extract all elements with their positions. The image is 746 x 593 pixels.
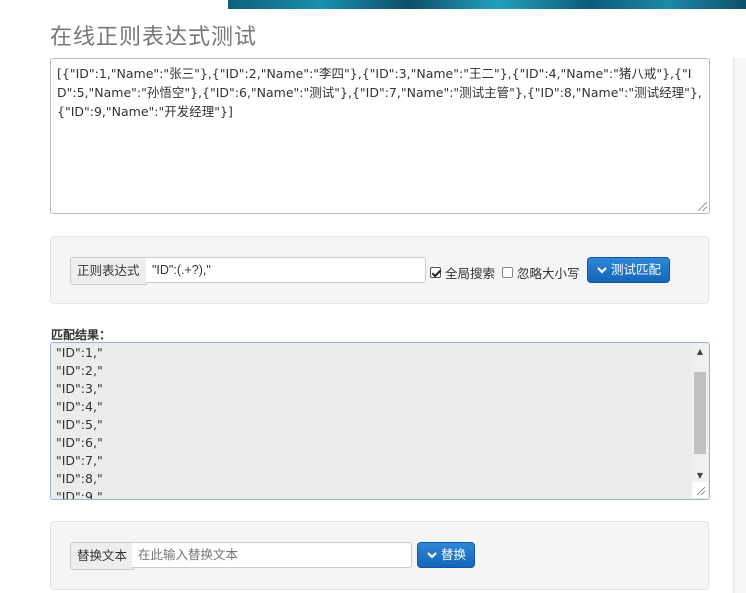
resize-handle-icon[interactable]: [698, 202, 707, 211]
result-line: "ID":6,": [56, 435, 103, 450]
replace-button[interactable]: 替换: [417, 542, 476, 568]
side-panel-edge: [733, 58, 746, 593]
result-line: "ID":8,": [56, 471, 103, 486]
regex-panel: 正则表达式 全局搜索 忽略大小写 测试匹配: [50, 236, 709, 304]
scroll-up-arrow-icon[interactable]: ▲: [692, 344, 708, 360]
checkbox-checked-icon[interactable]: [430, 267, 441, 278]
ignore-case-label: 忽略大小写: [517, 266, 580, 281]
replace-button-label: 替换: [441, 547, 467, 562]
result-line: "ID":3,": [56, 381, 103, 396]
results-scrollbar[interactable]: ▲ ▼: [692, 344, 708, 484]
checkbox-unchecked-icon[interactable]: [502, 267, 513, 278]
replace-panel: 替换文本 替换: [50, 521, 709, 590]
regex-input[interactable]: [146, 257, 426, 283]
results-text-area[interactable]: "ID":1," "ID":2," "ID":3," "ID":4," "ID"…: [50, 342, 710, 500]
regex-label: 正则表达式: [70, 257, 147, 285]
scrollbar-thumb[interactable]: [694, 372, 706, 454]
result-line: "ID":9,": [56, 489, 103, 500]
result-line: "ID":5,": [56, 417, 103, 432]
test-match-button[interactable]: 测试匹配: [587, 257, 671, 283]
global-search-label: 全局搜索: [445, 266, 496, 281]
result-line: "ID":2,": [56, 363, 103, 378]
page-title: 在线正则表达式测试: [50, 25, 258, 50]
chevron-down-icon: [597, 267, 607, 274]
results-list: "ID":1," "ID":2," "ID":3," "ID":4," "ID"…: [56, 344, 103, 500]
source-text-area[interactable]: [{"ID":1,"Name":"张三"},{"ID":2,"Name":"李四…: [50, 58, 710, 214]
replace-input[interactable]: [132, 542, 412, 568]
chevron-down-icon: [427, 552, 437, 559]
test-match-button-label: 测试匹配: [611, 262, 662, 277]
result-line: "ID":7,": [56, 453, 103, 468]
replace-label: 替换文本: [70, 542, 135, 570]
result-line: "ID":1,": [56, 345, 103, 360]
results-label: 匹配结果：: [51, 328, 112, 342]
resize-handle-icon[interactable]: [692, 482, 708, 498]
header-banner-image: [228, 0, 746, 9]
global-search-checkbox[interactable]: 全局搜索: [430, 263, 495, 282]
result-line: "ID":4,": [56, 399, 103, 414]
source-text: [{"ID":1,"Name":"张三"},{"ID":2,"Name":"李四…: [57, 66, 702, 119]
ignore-case-checkbox[interactable]: 忽略大小写: [502, 263, 580, 282]
